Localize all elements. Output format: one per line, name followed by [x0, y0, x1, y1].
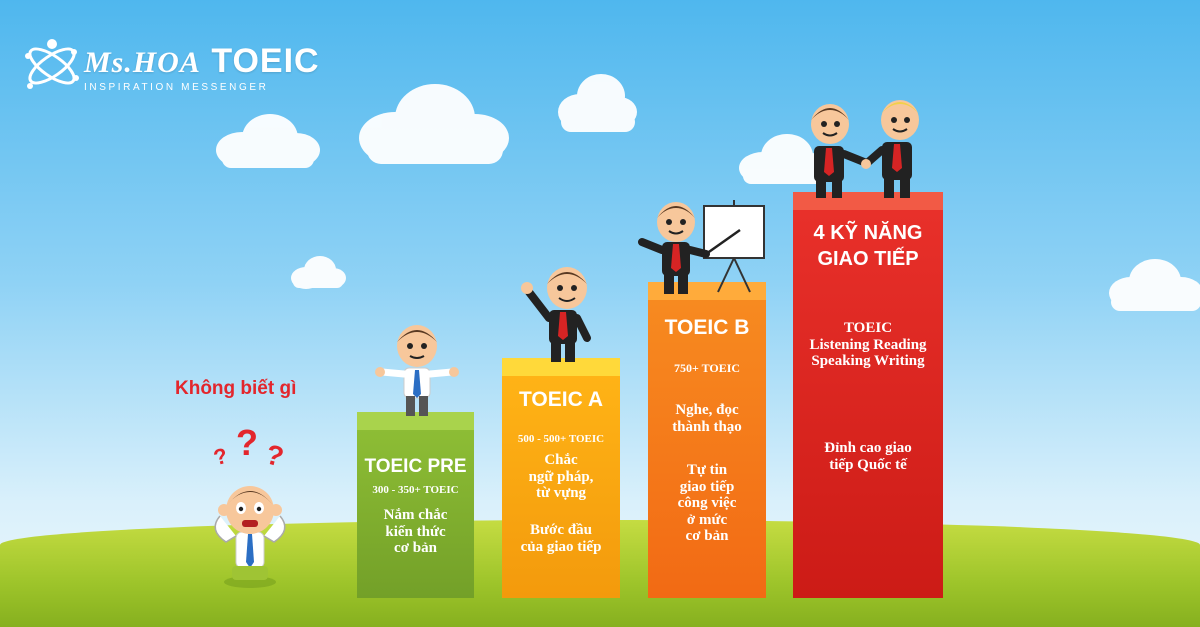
level-description: Nắm chắc kiến thức cơ bản	[383, 507, 448, 556]
presenting-person-figure	[638, 200, 765, 294]
question-mark: ?	[236, 422, 258, 463]
level-score: 750+ TOEIC	[673, 361, 741, 375]
pillar-face	[648, 300, 766, 598]
level-description: Đỉnh cao giao tiếp Quốc tế	[824, 440, 912, 473]
level-title: TOEIC PRE	[364, 456, 467, 477]
level-description-secondary: Tự tin giao tiếp công việc ở mức cơ bản	[677, 462, 737, 544]
shrugging-person-figure	[375, 325, 459, 416]
level-score: 500 - 500+ TOEIC	[517, 433, 605, 445]
atom-person-icon	[25, 39, 79, 89]
cloud	[558, 74, 637, 132]
level-score: TOEIC Listening Reading Speaking Writing	[809, 320, 927, 369]
level-pillar-toeic-a: TOEIC A 500 - 500+ TOEIC Chắc ngữ pháp, từ…	[502, 358, 620, 598]
logo-subtitle: INSPIRATION MESSENGER	[84, 82, 269, 93]
level-pillar-four-skills: 4 KỸ NĂNG GIAO TIẾP TOEIC Listening Readin…	[793, 192, 943, 598]
waving-person-figure	[521, 267, 591, 362]
start-label: Không biết gì	[175, 378, 297, 399]
level-description: Chắc ngữ pháp, từ vựng	[528, 452, 594, 501]
brand-logo[interactable]: Ms.HOA TOEIC INSPIRATION MESSENGER	[22, 32, 319, 102]
cloud	[1109, 259, 1200, 311]
level-description: Nghe, đọc thành thạo	[672, 402, 742, 435]
cloud	[216, 114, 320, 168]
level-title: 4 KỸ NĂNG GIAO TIẾP	[813, 222, 923, 270]
confused-person-figure	[214, 486, 286, 588]
level-description-secondary: Bước đầu của giao tiếp	[520, 522, 602, 555]
cloud	[291, 256, 346, 289]
level-title: TOEIC B	[664, 316, 750, 339]
level-pillar-toeic-pre: TOEIC PRE 300 - 350+ TOEIC Nắm chắc kiến …	[357, 412, 474, 598]
cloud	[359, 84, 509, 164]
level-pillar-toeic-b: TOEIC B 750+ TOEIC Nghe, đọc thành thạo T…	[648, 282, 766, 598]
level-score: 300 - 350+ TOEIC	[372, 484, 459, 496]
logo-title: Ms.HOA TOEIC	[84, 42, 320, 80]
level-title: TOEIC A	[518, 388, 603, 411]
celebrating-people-figure	[811, 100, 919, 198]
